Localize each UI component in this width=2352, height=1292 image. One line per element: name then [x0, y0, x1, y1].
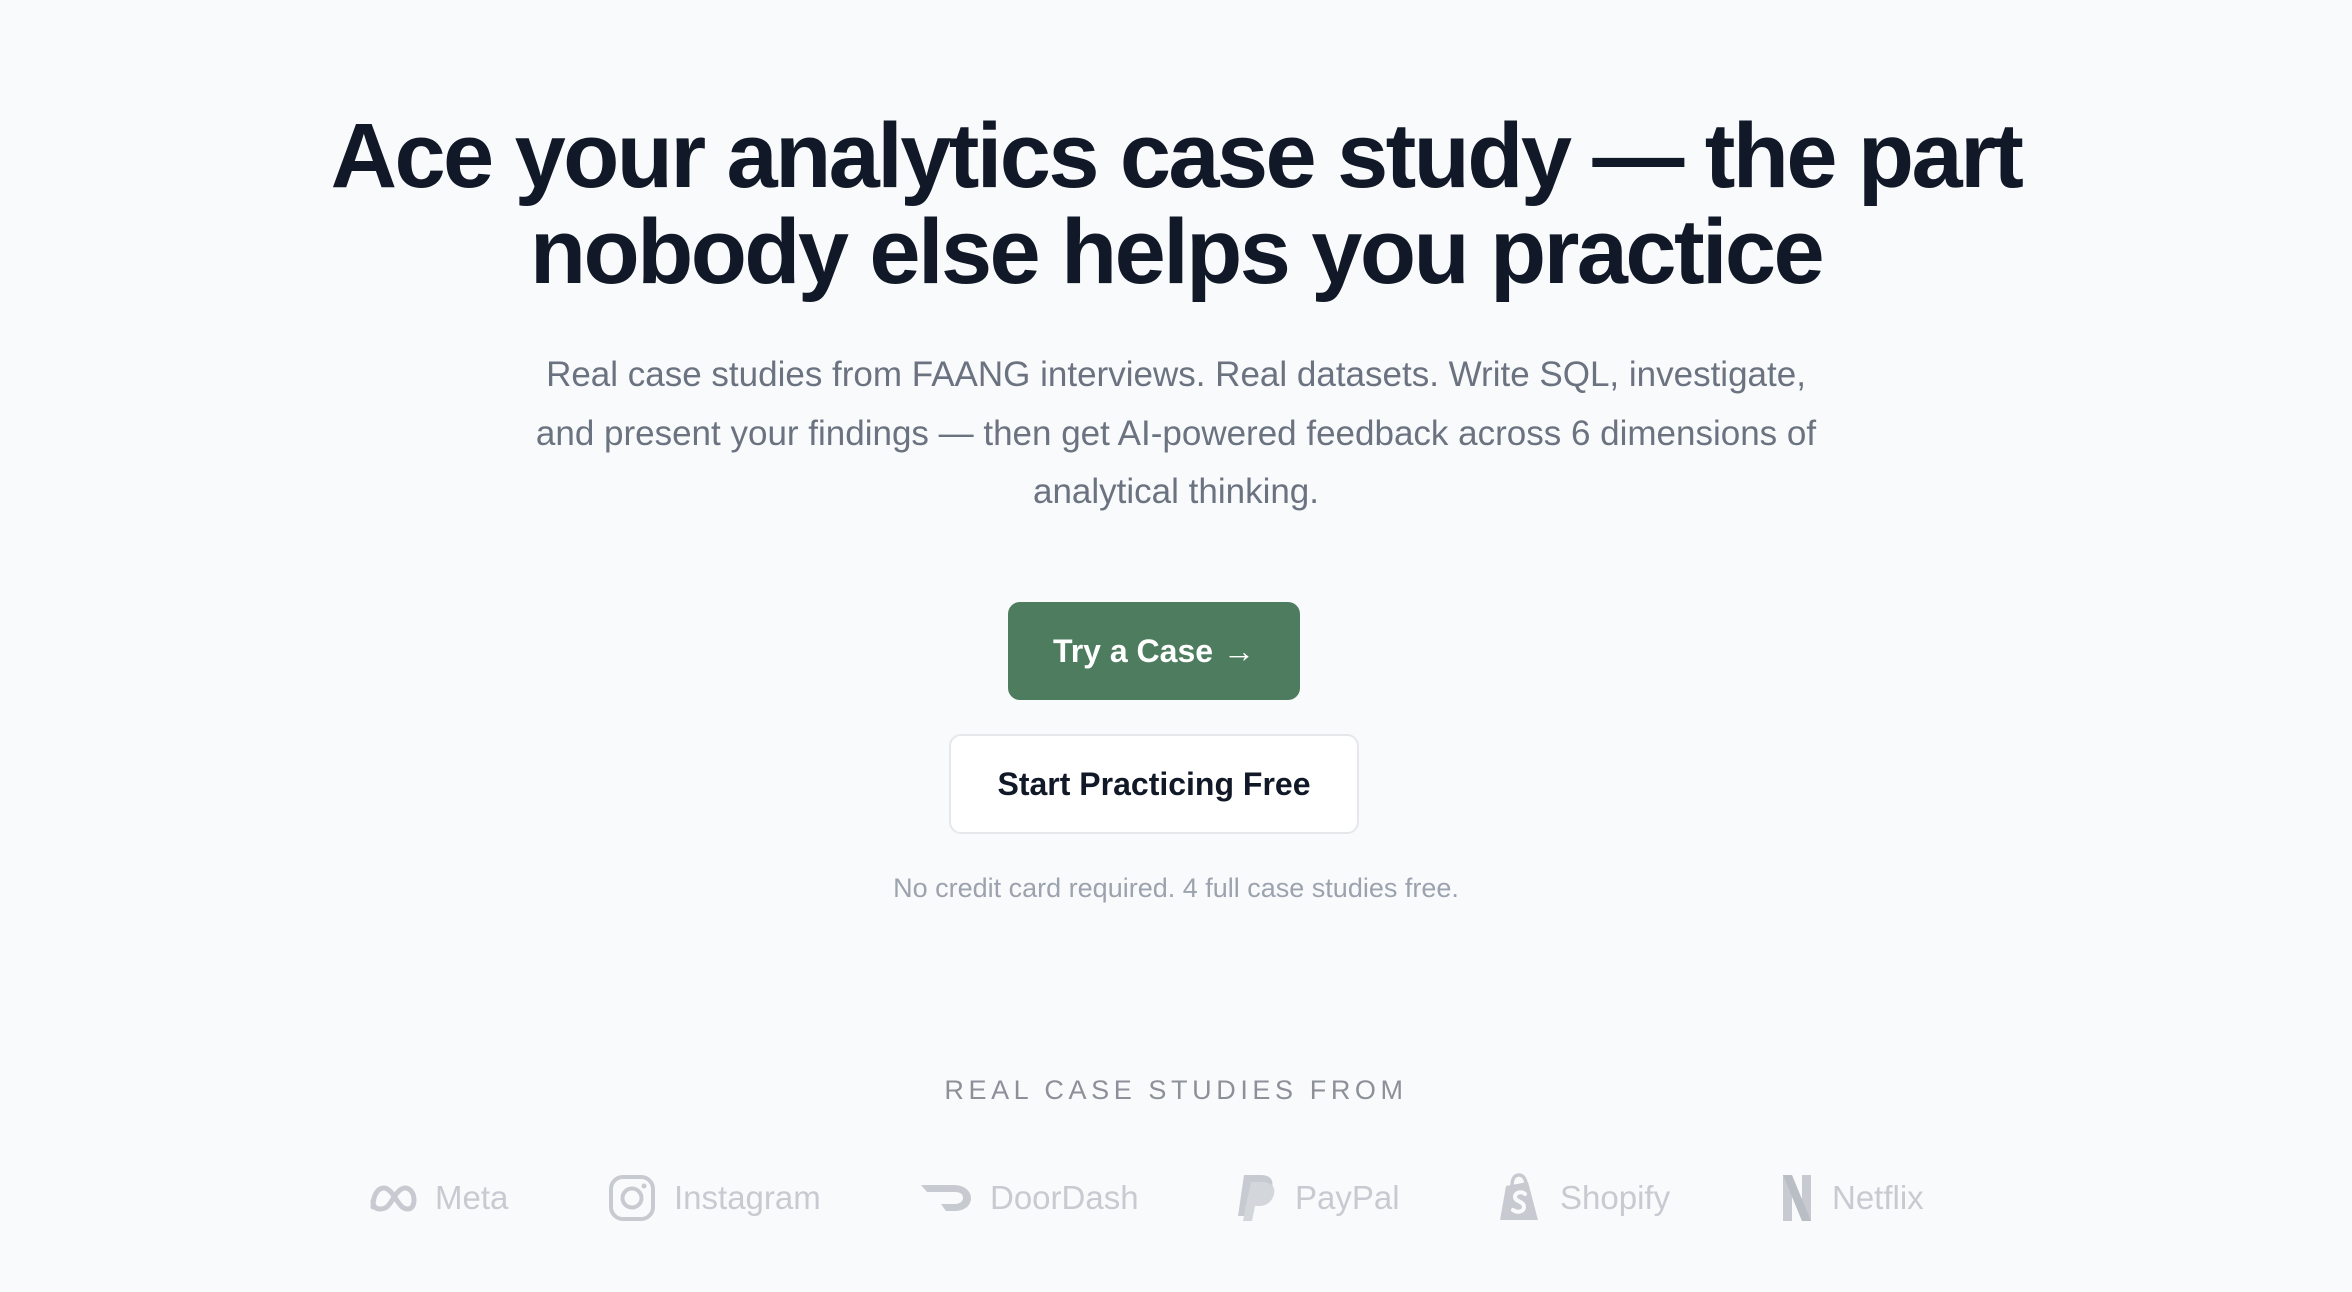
logo-label-shopify: Shopify: [1560, 1179, 1671, 1216]
logo-netflix: Netflix: [1780, 1170, 1924, 1226]
meta-icon: [370, 1185, 417, 1212]
logo-label-netflix: Netflix: [1832, 1179, 1924, 1216]
logo-label-paypal: PayPal: [1295, 1179, 1400, 1216]
hero-section: Ace your analytics case study — the part…: [0, 0, 2352, 1292]
headline-line-2: nobody else helps you practice: [529, 201, 1825, 303]
shopify-icon: [1500, 1173, 1538, 1220]
try-a-case-button[interactable]: Try a Case →: [1008, 602, 1300, 700]
start-practicing-free-button[interactable]: Start Practicing Free: [949, 734, 1359, 834]
logo-doordash: DoorDash: [920, 1170, 1139, 1226]
logos-heading: REAL CASE STUDIES FROM: [944, 1075, 1408, 1105]
company-logos-row: Meta Instagram DoorDash PayPal Shopify N…: [0, 1170, 2352, 1226]
subtitle-line-2: and present your findings — then get AI-…: [535, 413, 1817, 453]
logo-label-meta: Meta: [435, 1179, 509, 1216]
paypal-icon: [1238, 1175, 1275, 1221]
try-a-case-label: Try a Case: [1052, 632, 1214, 669]
subtitle-line-3: analytical thinking.: [1033, 472, 1319, 511]
start-practicing-free-label: Start Practicing Free: [997, 765, 1311, 802]
no-credit-card-note: No credit card required. 4 full case stu…: [893, 873, 1459, 903]
logo-instagram: Instagram: [608, 1170, 821, 1226]
logo-meta: Meta: [369, 1170, 508, 1226]
subtitle-line-1: Real case studies from FAANG interviews.…: [546, 355, 1806, 394]
arrow-right-icon: →: [1223, 632, 1256, 669]
logo-label-instagram: Instagram: [674, 1179, 821, 1216]
instagram-icon: [609, 1175, 655, 1221]
logo-shopify: Shopify: [1498, 1170, 1670, 1226]
doordash-icon: [921, 1185, 971, 1211]
netflix-icon: [1783, 1175, 1811, 1221]
logo-paypal: PayPal: [1235, 1170, 1400, 1226]
hero-subtitle: Real case studies from FAANG interviews.…: [476, 346, 1876, 522]
logo-label-doordash: DoorDash: [990, 1179, 1139, 1216]
headline-line-1: Ace your analytics case study — the part: [330, 105, 2024, 207]
hero-headline: Ace your analytics case study — the part…: [276, 108, 2076, 300]
